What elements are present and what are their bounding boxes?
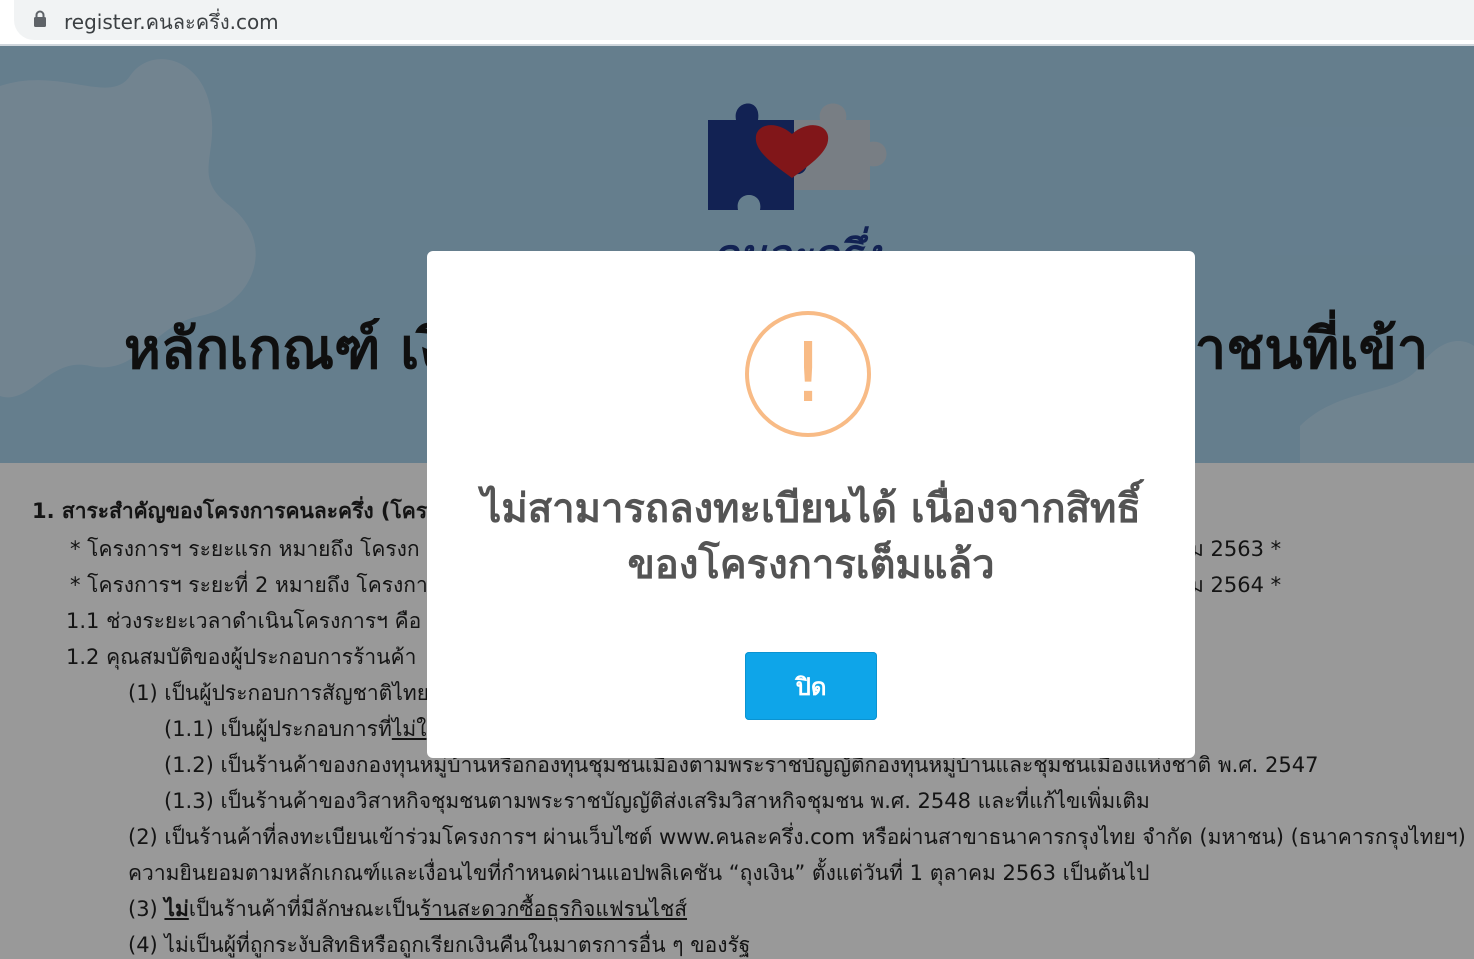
url-text[interactable]: register.คนละครึ่ง.com: [64, 6, 279, 38]
lock-icon: [34, 10, 46, 27]
dialog-message-line-1: ไม่สามารถลงทะเบียนได้ เนื่องจากสิทธิ์: [481, 486, 1141, 532]
exclamation-icon: !: [791, 326, 825, 421]
close-button[interactable]: ปิด: [745, 652, 877, 720]
dialog-message: ไม่สามารถลงทะเบียนได้ เนื่องจากสิทธิ์ ขอ…: [457, 481, 1165, 593]
warning-icon: !: [745, 311, 871, 437]
alert-dialog: ! ไม่สามารถลงทะเบียนได้ เนื่องจากสิทธิ์ …: [427, 251, 1195, 758]
dialog-message-line-2: ของโครงการเต็มแล้ว: [627, 542, 995, 588]
browser-address-bar: register.คนละครึ่ง.com: [0, 0, 1474, 46]
